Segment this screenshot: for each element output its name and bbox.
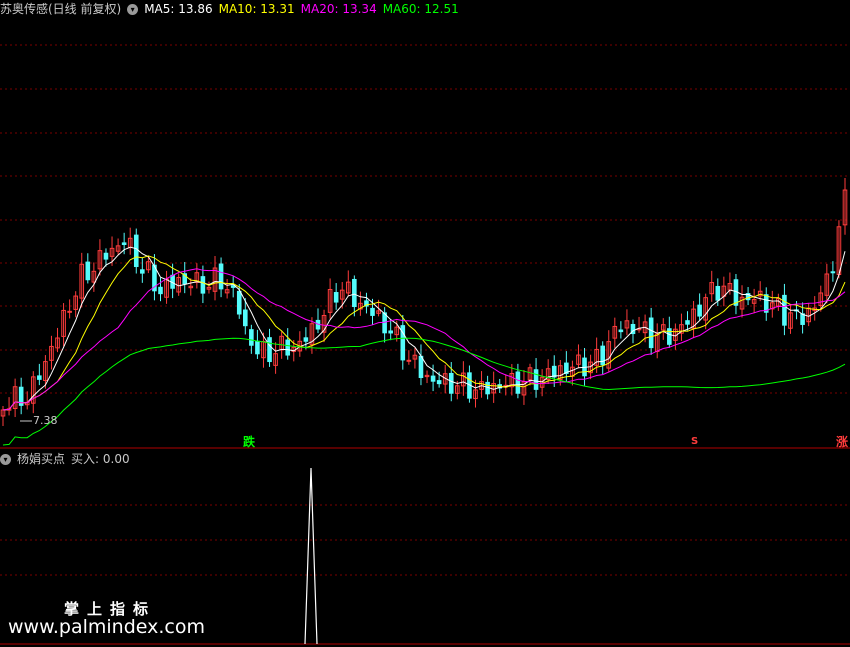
candle-body — [285, 339, 291, 356]
candle-body — [382, 312, 387, 334]
candle-body — [800, 313, 805, 325]
candle-body — [370, 307, 375, 316]
watermark-url: www.palmindex.com — [8, 616, 206, 638]
candle-body — [715, 285, 721, 301]
signal-down: 跌 — [243, 435, 256, 449]
low-price-label: 7.38 — [33, 414, 58, 427]
candle-body — [697, 304, 702, 317]
candle-body — [103, 252, 109, 260]
candle-body — [430, 375, 436, 382]
candle-body — [218, 263, 224, 290]
candle-body — [418, 355, 424, 379]
dropdown-icon[interactable]: ▾ — [0, 454, 11, 465]
candle-body — [140, 269, 145, 274]
candle-body — [830, 271, 836, 274]
buy-signal-spike — [304, 467, 318, 645]
ma5-line — [2, 246, 846, 411]
candle-body — [448, 372, 454, 394]
candle-body — [618, 329, 624, 333]
candle-body — [133, 234, 139, 268]
candle-body — [37, 375, 42, 380]
candle-body — [200, 276, 206, 294]
candle-body — [249, 329, 254, 346]
candle-body — [533, 369, 539, 390]
candle-body — [158, 286, 163, 295]
candle-body — [782, 294, 787, 326]
candle-body — [406, 359, 412, 362]
candle-body — [436, 380, 442, 385]
candle-body — [236, 290, 242, 315]
candle-body — [267, 337, 272, 363]
candle-body — [352, 278, 357, 308]
ma60-line — [2, 337, 846, 446]
candle-body — [85, 261, 91, 281]
candle-body — [255, 340, 260, 355]
indicator-name: 杨娟买点 — [17, 452, 66, 466]
indicator-value: 买入: 0.00 — [71, 452, 130, 466]
candle-body — [648, 317, 654, 349]
kline-chart[interactable] — [0, 0, 850, 647]
ma10-line — [2, 255, 846, 411]
candle-body — [685, 320, 690, 325]
candle-body — [388, 330, 393, 334]
candle-body — [67, 310, 72, 313]
candle-body — [243, 309, 248, 327]
signal-s: S — [691, 436, 699, 447]
candle-body — [303, 337, 309, 342]
indicator-header: ▾ 杨娟买点 买入: 0.00 — [0, 450, 136, 468]
candle-body — [333, 292, 339, 303]
candle-body — [515, 371, 521, 394]
candle-body — [121, 242, 127, 246]
signal-up: 涨 — [836, 435, 849, 449]
